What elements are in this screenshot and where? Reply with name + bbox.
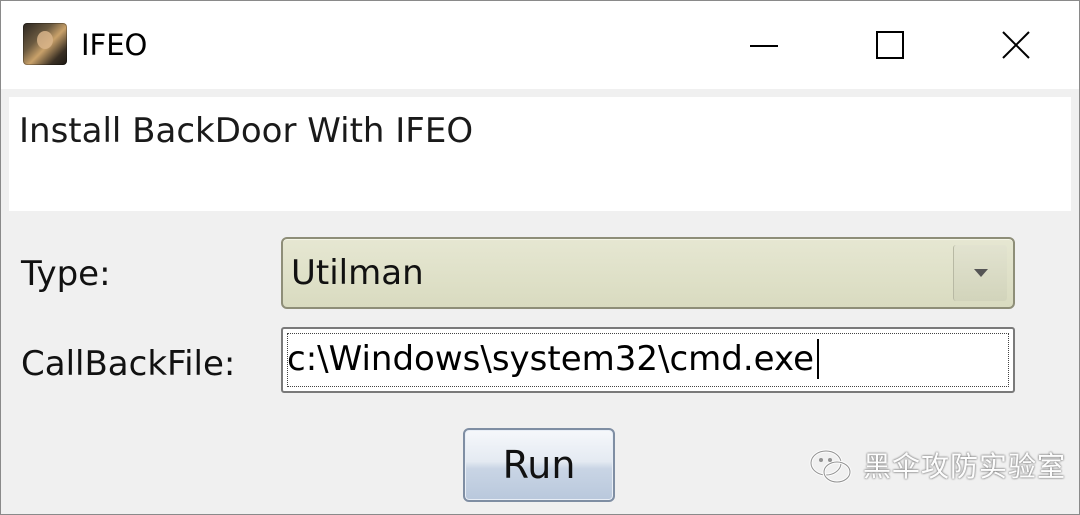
type-dropdown[interactable]: Utilman [281,237,1015,309]
header-title: Install BackDoor With IFEO [19,111,474,151]
header-panel: Install BackDoor With IFEO [9,97,1071,211]
minimize-button[interactable] [701,1,827,89]
maximize-icon [876,31,904,59]
callback-file-label: CallBackFile: [21,344,236,384]
ifeo-window: IFEO Install BackDoor With IFEO Type: Ut… [0,0,1080,515]
type-dropdown-value: Utilman [291,253,424,293]
dropdown-arrow-button[interactable] [953,245,1007,301]
run-button[interactable]: Run [463,428,615,502]
chevron-down-icon [973,269,988,277]
maximize-button[interactable] [827,1,953,89]
callback-file-input[interactable]: c:\Windows\system32\cmd.exe [281,327,1015,393]
close-icon [1002,31,1030,59]
title-bar[interactable]: IFEO [1,1,1079,89]
type-label: Type: [21,254,111,294]
callback-file-value: c:\Windows\system32\cmd.exe [287,339,819,379]
watermark-text: 黑伞攻防实验室 [863,450,1067,483]
window-title: IFEO [81,28,148,62]
wechat-icon [809,449,852,484]
close-button[interactable] [953,1,1079,89]
minimize-icon [750,45,778,47]
watermark: 黑伞攻防实验室 [809,447,1066,487]
app-photo-icon[interactable] [23,23,67,65]
